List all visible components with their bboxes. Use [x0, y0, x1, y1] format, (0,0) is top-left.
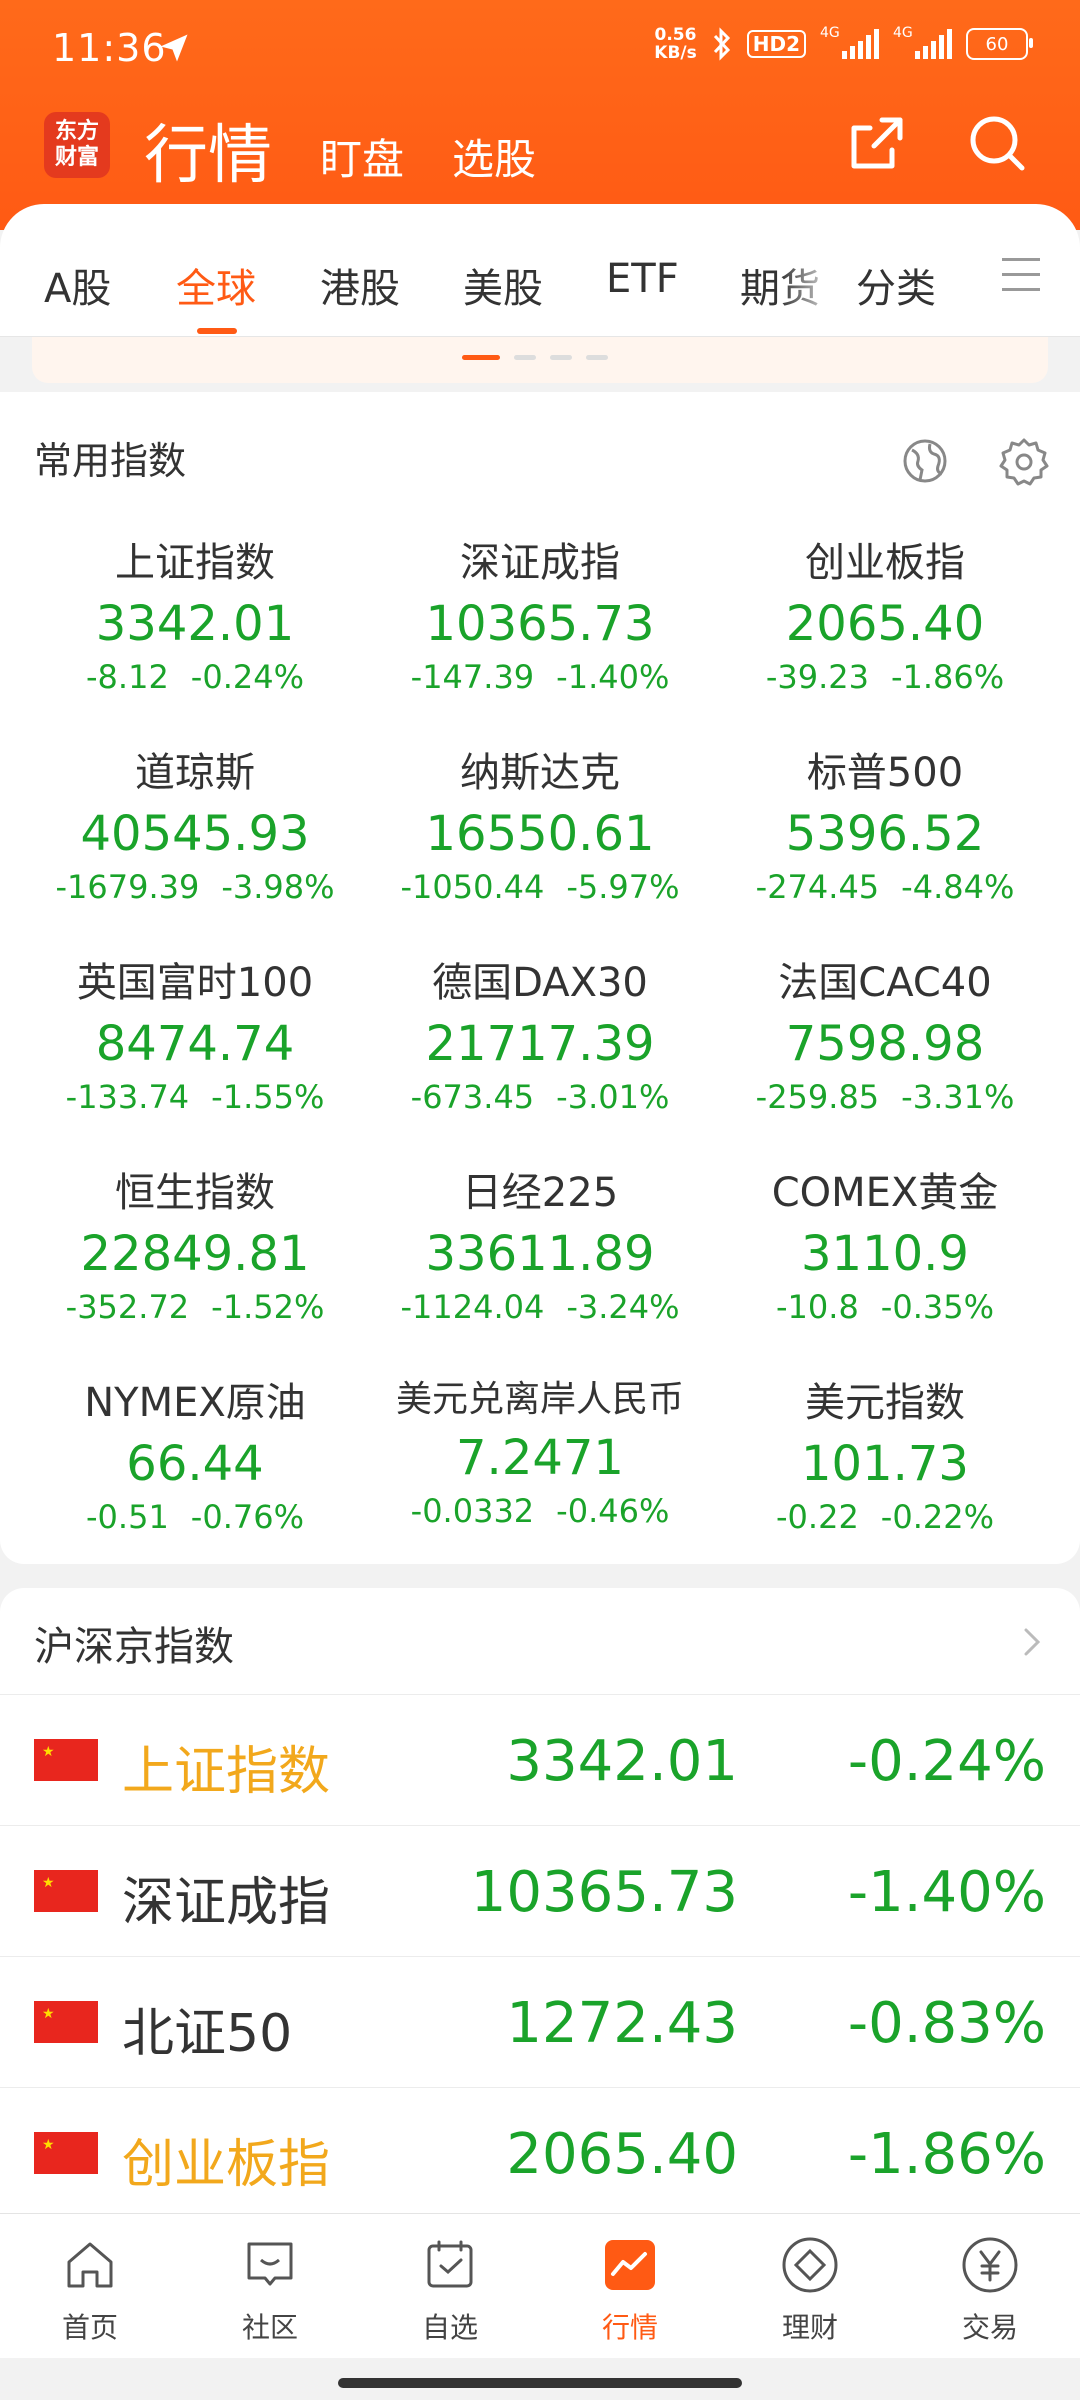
banner-pagination — [462, 355, 608, 360]
send-notification-icon — [160, 34, 188, 62]
banner[interactable] — [32, 337, 1048, 383]
tab-menu-icon[interactable] — [1002, 258, 1040, 303]
nav-community[interactable]: 社区 — [210, 2234, 330, 2346]
index-row[interactable]: ★ 深证成指 10365.73 -1.40% — [0, 1825, 1080, 1957]
section-title-hsj-indices: 沪深京指数 — [34, 1624, 234, 1670]
active-tab-indicator — [197, 328, 237, 334]
china-flag-icon: ★ — [34, 2132, 98, 2174]
section-title-common-indices: 常用指数 — [34, 439, 187, 483]
globe-icon[interactable] — [900, 436, 950, 486]
nav-watchlist[interactable]: 自选 — [390, 2234, 510, 2346]
index-cell[interactable]: 德国DAX30 21717.39 -673.45 -3.01% — [360, 950, 720, 1116]
china-flag-icon: ★ — [34, 2001, 98, 2043]
tab-global[interactable]: 全球 — [176, 256, 256, 314]
index-row[interactable]: ★ 上证指数 3342.01 -0.24% — [0, 1694, 1080, 1826]
gear-icon[interactable] — [998, 436, 1050, 488]
bluetooth-icon — [713, 27, 730, 61]
index-cell[interactable]: 美元指数 101.73 -0.22 -0.22% — [705, 1370, 1065, 1536]
index-cell[interactable]: 美元兑离岸人民币 7.2471 -0.0332 -0.46% — [360, 1370, 720, 1530]
china-flag-icon: ★ — [34, 1739, 98, 1781]
page-title: 行情 — [144, 119, 272, 193]
status-bar: 11:36 0.56 KB/s HD2 4G 4G 60 — [0, 0, 1080, 100]
hd-voice-badge: HD2 — [746, 30, 806, 58]
chevron-right-icon[interactable] — [1018, 1624, 1046, 1660]
index-row[interactable]: ★ 北证50 1272.43 -0.83% — [0, 1956, 1080, 2088]
index-cell[interactable]: 恒生指数 22849.81 -352.72 -1.52% — [15, 1160, 375, 1326]
signal-strength-icon-2: 4G — [893, 25, 952, 59]
tab-fade-overlay — [780, 230, 840, 320]
share-icon[interactable] — [842, 108, 912, 178]
tab-stock-picker[interactable]: 选股 — [452, 126, 536, 187]
index-cell[interactable]: 标普500 5396.52 -274.45 -4.84% — [705, 740, 1065, 906]
index-cell[interactable]: 创业板指 2065.40 -39.23 -1.86% — [705, 530, 1065, 696]
tab-hk-shares[interactable]: 港股 — [320, 256, 400, 314]
yuan-icon — [962, 2237, 1018, 2293]
tab-watch[interactable]: 盯盘 — [320, 126, 404, 187]
status-time: 11:36 — [52, 26, 167, 70]
app-logo: 东方财富 — [44, 112, 110, 178]
chat-icon — [247, 2242, 293, 2286]
china-flag-icon: ★ — [34, 1870, 98, 1912]
home-icon — [67, 2242, 113, 2288]
index-cell[interactable]: COMEX黄金 3110.9 -10.8 -0.35% — [705, 1160, 1065, 1326]
bottom-navigation: 首页 社区 自选 行情 理财 交易 — [0, 2213, 1080, 2359]
signal-strength-icon: 4G — [820, 25, 879, 59]
index-cell[interactable]: 上证指数 3342.01 -8.12 -0.24% — [15, 530, 375, 696]
index-row[interactable]: ★ 创业板指 2065.40 -1.86% — [0, 2087, 1080, 2214]
index-cell[interactable]: 法国CAC40 7598.98 -259.85 -3.31% — [705, 950, 1065, 1116]
tab-etf[interactable]: ETF — [606, 256, 679, 302]
network-speed: 0.56 KB/s — [654, 25, 697, 63]
search-icon[interactable] — [962, 108, 1032, 178]
nav-home[interactable]: 首页 — [30, 2234, 150, 2346]
index-cell[interactable]: 深证成指 10365.73 -147.39 -1.40% — [360, 530, 720, 696]
tab-category[interactable]: 分类 — [856, 256, 936, 314]
market-chart-icon — [605, 2240, 655, 2290]
battery-icon: 60 — [966, 28, 1033, 60]
index-cell[interactable]: 道琼斯 40545.93 -1679.39 -3.98% — [15, 740, 375, 906]
diamond-icon — [782, 2237, 838, 2293]
index-cell[interactable]: 日经225 33611.89 -1124.04 -3.24% — [360, 1160, 720, 1326]
nav-market[interactable]: 行情 — [570, 2234, 690, 2346]
home-indicator[interactable] — [338, 2378, 742, 2388]
watchlist-icon — [427, 2240, 473, 2288]
index-cell[interactable]: NYMEX原油 66.44 -0.51 -0.76% — [15, 1370, 375, 1536]
nav-trade[interactable]: 交易 — [930, 2234, 1050, 2346]
nav-wealth[interactable]: 理财 — [750, 2234, 870, 2346]
tab-a-shares[interactable]: A股 — [44, 256, 111, 314]
index-cell[interactable]: 英国富时100 8474.74 -133.74 -1.55% — [15, 950, 375, 1116]
tab-us-shares[interactable]: 美股 — [463, 256, 543, 314]
index-cell[interactable]: 纳斯达克 16550.61 -1050.44 -5.97% — [360, 740, 720, 906]
